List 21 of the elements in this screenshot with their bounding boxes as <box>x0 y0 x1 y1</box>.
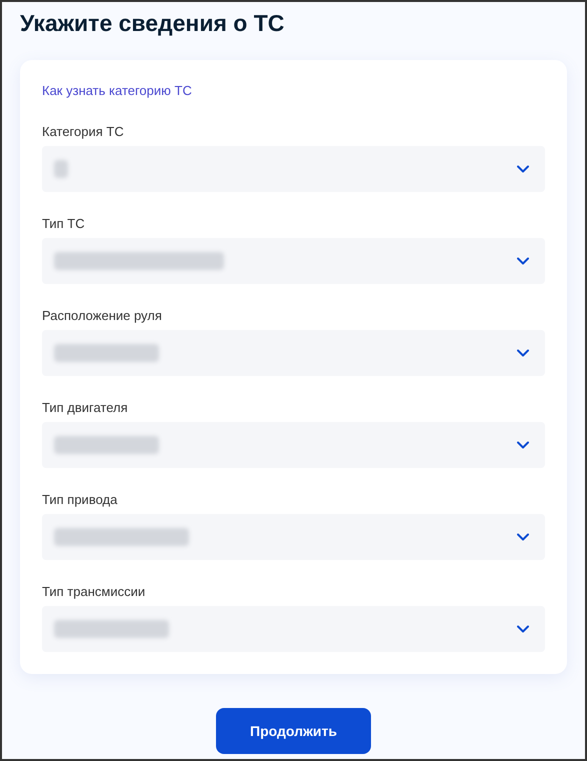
chevron-down-icon <box>517 165 529 173</box>
chevron-down-icon <box>517 441 529 449</box>
field-label: Расположение руля <box>42 307 162 325</box>
chevron-down-icon <box>517 257 529 265</box>
select-field[interactable] <box>42 514 545 560</box>
select-field[interactable] <box>42 146 545 192</box>
field-label: Тип трансмиссии <box>42 583 146 601</box>
field-label: Тип ТС <box>42 215 85 233</box>
page-title: Укажите сведения о ТС <box>20 9 284 38</box>
field-label: Тип двигателя <box>42 399 128 417</box>
chevron-down-icon <box>517 349 529 357</box>
field-label: Тип привода <box>42 491 118 509</box>
field-label: Категория ТС <box>42 123 124 141</box>
select-field[interactable] <box>42 330 545 376</box>
select-field[interactable] <box>42 238 545 284</box>
help-link[interactable]: Как узнать категорию ТС <box>42 82 192 100</box>
chevron-down-icon <box>517 533 529 541</box>
continue-button[interactable]: Продолжить <box>216 708 371 754</box>
chevron-down-icon <box>517 625 529 633</box>
select-field[interactable] <box>42 422 545 468</box>
select-field[interactable] <box>42 606 545 652</box>
